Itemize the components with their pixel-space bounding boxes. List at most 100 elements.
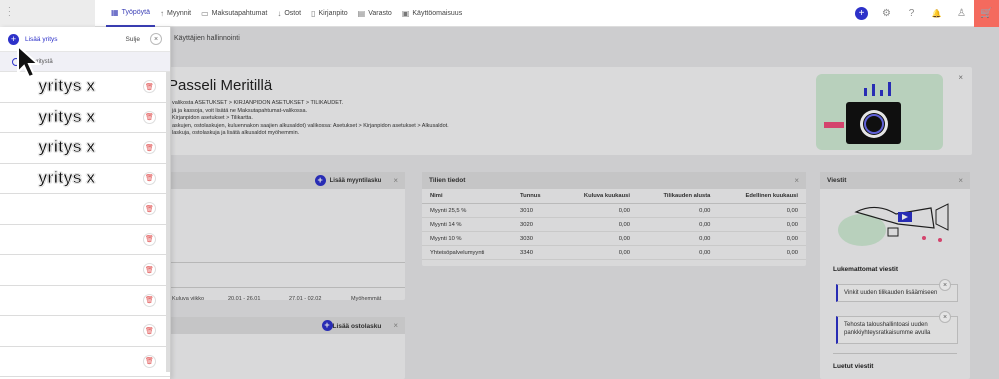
table-cell: 0,00 bbox=[558, 231, 638, 246]
column-header[interactable]: Kuluva kuukausi bbox=[558, 189, 638, 204]
trash-icon[interactable]: 🗑 bbox=[143, 110, 156, 124]
trash-icon[interactable]: 🗑 bbox=[143, 171, 156, 185]
nav-item-2[interactable]: ▭ Maksutapahtumat bbox=[196, 0, 272, 27]
column-header[interactable]: Nimi bbox=[422, 189, 513, 204]
table-header-row: Nimi Tunnus Kuluva kuukausi Tilikauden a… bbox=[422, 189, 806, 204]
welcome-line: askujen, ostolaskujen, kuluennakon saaji… bbox=[172, 122, 449, 129]
welcome-card: Passeli Meritillä valikosta ASETUKSET > … bbox=[160, 67, 972, 155]
dismiss-message-icon[interactable]: × bbox=[939, 279, 951, 291]
company-row[interactable]: yritys x 🗑 bbox=[0, 164, 170, 194]
trash-icon[interactable]: 🗑 bbox=[143, 202, 156, 215]
accounts-title: Tilien tiedot bbox=[429, 177, 466, 184]
company-row[interactable]: 🗑 bbox=[0, 194, 170, 225]
close-panel-button[interactable]: Sulje bbox=[126, 36, 140, 43]
company-row[interactable]: yritys x 🗑 bbox=[0, 103, 170, 133]
company-row[interactable]: 🗑 bbox=[0, 347, 170, 377]
notifications-icon[interactable]: 🔔 bbox=[924, 0, 949, 27]
nav-item-6[interactable]: ▣ Käyttöomaisuus bbox=[397, 0, 467, 27]
main-nav: ▦ Työpöytä ↑ Myynnit ▭ Maksutapahtumat ↓ Ostot ▯… bbox=[106, 0, 467, 27]
nav-item-3[interactable]: ↓ Ostot bbox=[272, 0, 306, 27]
table-cell: 3020 bbox=[512, 217, 559, 232]
sales-close-icon[interactable]: × bbox=[393, 176, 398, 185]
add-purchase-invoice-label: Lisää ostolasku bbox=[332, 323, 382, 330]
trash-icon[interactable]: 🗑 bbox=[143, 293, 156, 307]
plus-icon: + bbox=[314, 175, 326, 186]
company-name: yritys x bbox=[38, 106, 96, 126]
cart-button[interactable]: 🛒 bbox=[974, 0, 999, 27]
plus-icon: + bbox=[321, 320, 333, 331]
mouse-cursor-icon bbox=[17, 45, 41, 79]
plus-icon: + bbox=[8, 33, 19, 45]
book-icon: ▯ bbox=[311, 9, 316, 18]
accounts-close-icon[interactable]: × bbox=[794, 176, 799, 185]
trash-icon[interactable]: 🗑 bbox=[143, 354, 156, 368]
trash-icon[interactable]: 🗑 bbox=[143, 141, 156, 154]
help-icon[interactable]: ? bbox=[899, 0, 924, 27]
divider bbox=[833, 353, 957, 354]
messages-card: Viestit × Lukemattomat viestit Vinkit uu… bbox=[820, 172, 970, 379]
settings-icon[interactable]: ⚙ bbox=[874, 0, 899, 27]
column-header[interactable]: Edellinen kuukausi bbox=[718, 189, 806, 204]
table-cell: Myynti 14 % bbox=[422, 217, 513, 232]
trash-icon[interactable]: 🗑 bbox=[143, 263, 156, 276]
menu-dots-icon[interactable]: · · · bbox=[8, 4, 11, 20]
table-row[interactable]: Yhteisöpalvelumyynti 3340 0,00 0,00 0,00 bbox=[422, 245, 806, 260]
table-row[interactable]: Myynti 25,5 % 3010 0,00 0,00 0,00 bbox=[422, 203, 806, 218]
column-header[interactable]: Tunnus bbox=[512, 189, 559, 204]
nav-item-label: Ostot bbox=[284, 10, 302, 17]
company-row[interactable]: 🗑 bbox=[0, 255, 170, 286]
add-sales-invoice-button[interactable]: + Lisää myyntilasku bbox=[314, 175, 381, 186]
add-purchase-invoice-button[interactable]: + Lisää ostolasku bbox=[321, 320, 382, 331]
nav-item-label: Käyttöomaisuus bbox=[412, 10, 463, 17]
nav-item-label: Varasto bbox=[368, 10, 392, 17]
close-icon[interactable]: × bbox=[150, 33, 162, 45]
sales-invoices-card: + Lisää myyntilasku × Kuluva viikko 20.01… bbox=[160, 172, 405, 302]
nav-item-label: Työpöytä bbox=[121, 9, 150, 16]
unread-messages-heading: Lukemattomat viestit bbox=[833, 266, 899, 273]
scrollbar[interactable] bbox=[166, 72, 170, 372]
period-label: 20.01 - 26.01 bbox=[228, 296, 261, 302]
table-row[interactable]: Myynti 10 % 3030 0,00 0,00 0,00 bbox=[422, 231, 806, 246]
purchases-close-icon[interactable]: × bbox=[393, 321, 398, 330]
purchases-card-header: + Lisää ostolasku × bbox=[160, 317, 405, 334]
logo[interactable]: · · · bbox=[0, 0, 95, 27]
trash-icon[interactable]: 🗑 bbox=[143, 324, 156, 337]
welcome-line: laskuja, ostolaskuja ja lisätä alkusaldo… bbox=[172, 130, 300, 136]
trash-icon[interactable]: 🗑 bbox=[143, 232, 156, 246]
company-name: yritys x bbox=[38, 76, 96, 96]
messages-card-header: Viestit × bbox=[820, 172, 970, 189]
plus-icon: + bbox=[855, 7, 868, 20]
trash-icon[interactable]: 🗑 bbox=[143, 80, 156, 93]
welcome-line: jä ja kassoja, voit lisätä ne Maksutapah… bbox=[172, 107, 308, 114]
breadcrumb[interactable]: Käyttäjien hallinnointi bbox=[174, 35, 240, 42]
welcome-close-icon[interactable]: × bbox=[958, 73, 963, 82]
quick-add-button[interactable]: + bbox=[849, 0, 874, 27]
table-cell: 3340 bbox=[512, 245, 559, 260]
purchase-invoices-card: + Lisää ostolasku × bbox=[160, 317, 405, 379]
column-header[interactable]: Tilikauden alusta bbox=[638, 189, 719, 204]
add-company-button[interactable]: + Lisää yritys bbox=[8, 33, 58, 45]
messages-title: Viestit bbox=[827, 177, 847, 184]
company-list: yritys x 🗑 yritys x 🗑 yritys x 🗑 yritys x 🗑 🗑 🗑 🗑 🗑… bbox=[0, 72, 170, 377]
company-name: yritys x bbox=[38, 167, 96, 187]
user-icon[interactable]: ♙ bbox=[949, 0, 974, 27]
table-cell: 0,00 bbox=[638, 203, 719, 218]
messages-close-icon[interactable]: × bbox=[958, 176, 963, 185]
company-row[interactable]: 🗑 bbox=[0, 286, 170, 316]
table-row[interactable]: Myynti 14 % 3020 0,00 0,00 0,00 bbox=[422, 217, 806, 232]
dismiss-message-icon[interactable]: × bbox=[939, 311, 951, 323]
company-row[interactable]: yritys x 🗑 bbox=[0, 133, 170, 164]
accounts-table: Nimi Tunnus Kuluva kuukausi Tilikauden a… bbox=[422, 189, 806, 260]
nav-item-4[interactable]: ▯ Kirjanpito bbox=[306, 0, 353, 27]
table-cell: Myynti 25,5 % bbox=[422, 203, 513, 218]
table-cell: 0,00 bbox=[638, 231, 719, 246]
arrow-down-icon: ↓ bbox=[277, 9, 282, 18]
company-row[interactable]: 🗑 bbox=[0, 316, 170, 347]
panel-actions: Sulje × bbox=[126, 33, 162, 45]
table-cell: 0,00 bbox=[718, 231, 806, 246]
company-row[interactable]: 🗑 bbox=[0, 225, 170, 255]
nav-item-5[interactable]: ▤ Varasto bbox=[353, 0, 397, 27]
table-cell: 0,00 bbox=[718, 217, 806, 232]
nav-item-0[interactable]: ▦ Työpöytä bbox=[106, 0, 155, 27]
nav-item-1[interactable]: ↑ Myynnit bbox=[155, 0, 196, 27]
